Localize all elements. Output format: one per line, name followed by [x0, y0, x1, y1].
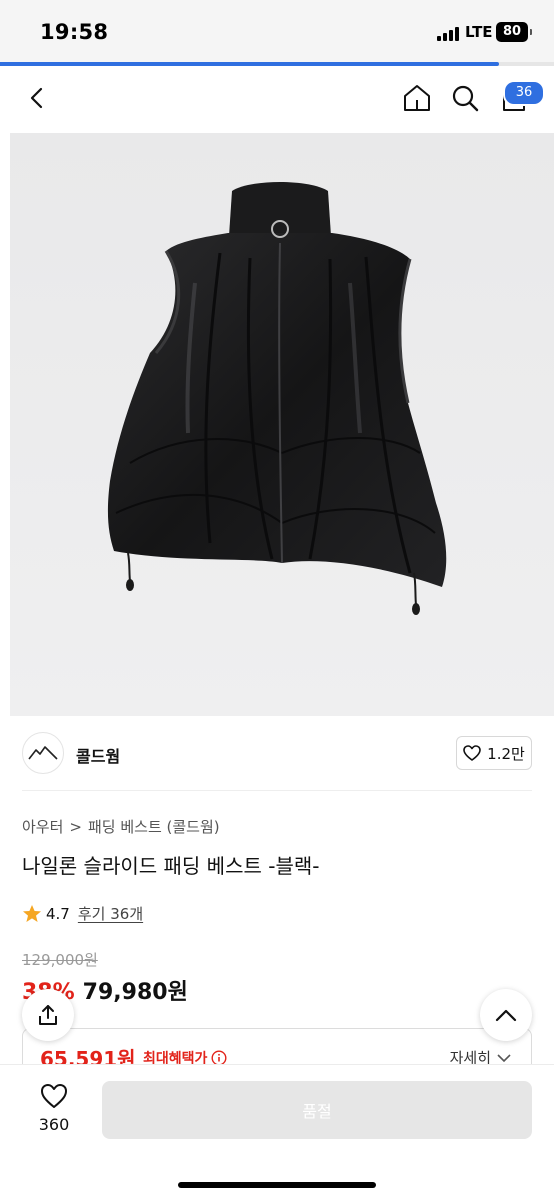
rating-row: 4.7 후기 36개: [22, 903, 143, 924]
heart-icon: [41, 1084, 67, 1108]
brand-logo[interactable]: [22, 732, 64, 774]
breadcrumb-subcategory[interactable]: 패딩 베스트 (콜드웜): [88, 816, 220, 837]
breadcrumb-category[interactable]: 아우터: [22, 816, 63, 837]
search-button[interactable]: [447, 80, 483, 116]
home-icon: [404, 85, 430, 111]
top-nav: [0, 66, 554, 132]
original-price: 129,000원: [22, 951, 98, 969]
padding-vest-image: [107, 182, 447, 615]
sold-out-button[interactable]: 품절: [102, 1081, 532, 1139]
wish-count: 360: [38, 1115, 70, 1134]
wish-button[interactable]: 360: [28, 1083, 80, 1134]
status-bar: 19:58 LTE 80: [0, 0, 554, 64]
brand-like-count: 1.2만: [487, 744, 525, 763]
home-button[interactable]: [399, 80, 435, 116]
brand-row[interactable]: 콜드웜 1.2만: [0, 718, 554, 790]
search-icon: [452, 85, 479, 112]
star-icon: [23, 904, 41, 922]
share-icon: [39, 1005, 57, 1025]
chevron-up-icon: [495, 1009, 517, 1022]
network-type: LTE: [465, 23, 493, 41]
heart-icon: [463, 745, 481, 761]
back-button[interactable]: [20, 80, 56, 116]
chevron-down-icon: [497, 1053, 511, 1062]
home-indicator: [178, 1182, 376, 1188]
status-time: 19:58: [40, 20, 109, 44]
scroll-top-button[interactable]: [480, 989, 532, 1041]
cart-count-badge: 36: [503, 80, 545, 106]
divider: [22, 790, 532, 791]
battery-icon: 80: [496, 22, 532, 42]
breadcrumb-separator: >: [69, 817, 82, 836]
share-button[interactable]: [22, 989, 74, 1041]
product-image[interactable]: [10, 133, 554, 716]
chevron-left-icon: [30, 87, 43, 109]
product-title: 나일론 슬라이드 패딩 베스트 -블랙-: [22, 854, 320, 878]
breadcrumb: 아우터 > 패딩 베스트 (콜드웜): [22, 816, 220, 837]
rating-value: 4.7: [46, 904, 70, 923]
cellular-signal-icon: [437, 26, 459, 41]
review-link[interactable]: 후기 36개: [78, 903, 143, 924]
sale-price: 79,980원: [82, 980, 188, 1005]
mountain-logo-icon: [28, 746, 58, 760]
brand-like-button[interactable]: 1.2만: [456, 736, 532, 770]
brand-name[interactable]: 콜드웜: [76, 743, 120, 767]
bottom-action-bar: 360 품절: [0, 1064, 554, 1200]
